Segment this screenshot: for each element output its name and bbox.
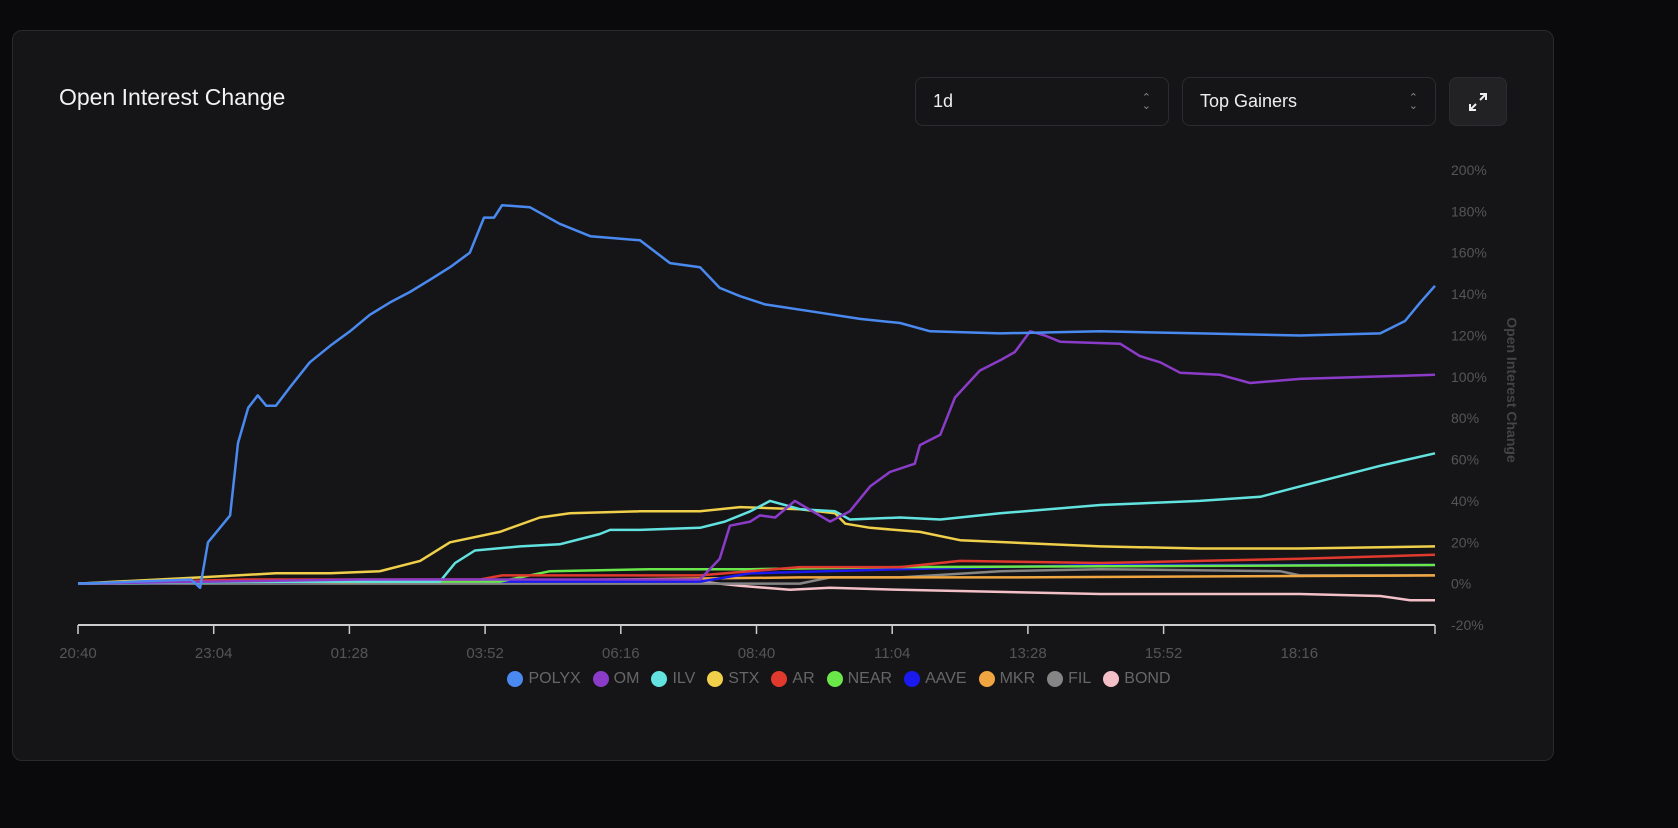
legend-label: AAVE bbox=[925, 670, 967, 687]
x-tick-label: 15:52 bbox=[1145, 645, 1183, 662]
legend-item-mkr[interactable]: MKR bbox=[978, 670, 1036, 688]
y-tick-label: -20% bbox=[1451, 617, 1484, 633]
y-tick-label: 20% bbox=[1451, 534, 1479, 550]
legend-item-aave[interactable]: AAVE bbox=[904, 670, 967, 688]
x-tick-label: 06:16 bbox=[602, 645, 640, 662]
legend-dot-icon bbox=[707, 671, 724, 687]
x-tick-label: 11:04 bbox=[874, 645, 910, 662]
legend-dot-icon bbox=[826, 671, 843, 687]
y-tick-label: 40% bbox=[1451, 493, 1479, 509]
series-line-polyx bbox=[77, 203, 1436, 590]
legend-dot-icon bbox=[507, 671, 524, 687]
y-tick-label: 200% bbox=[1451, 162, 1487, 178]
legend-label: BOND bbox=[1124, 670, 1171, 687]
y-axis-title: Open Interest Change bbox=[1504, 317, 1520, 463]
legend-label: POLYX bbox=[528, 670, 581, 687]
legend-item-ar[interactable]: AR bbox=[771, 670, 815, 688]
legend-item-bond[interactable]: BOND bbox=[1103, 670, 1171, 688]
series-line-om bbox=[77, 330, 1436, 585]
legend-item-stx[interactable]: STX bbox=[707, 670, 759, 688]
chart-legend: POLYX OM ILV STX AR NEAR AAVE MKR FIL BOND bbox=[0, 670, 1678, 688]
y-tick-label: 60% bbox=[1451, 452, 1479, 468]
legend-dot-icon bbox=[1047, 671, 1064, 687]
x-tick-label: 23:04 bbox=[195, 645, 233, 662]
legend-item-fil[interactable]: FIL bbox=[1047, 670, 1091, 688]
line-chart: 20:40 23:04 01:28 03:52 06:16 08:40 11:04 13:28… bbox=[59, 162, 1520, 662]
legend-label: AR bbox=[792, 670, 815, 687]
legend-label: NEAR bbox=[847, 670, 893, 687]
legend-dot-icon bbox=[1103, 671, 1120, 687]
y-tick-label: 140% bbox=[1451, 286, 1487, 302]
legend-dot-icon bbox=[978, 671, 995, 687]
x-tick-label: 01:28 bbox=[331, 645, 369, 662]
x-tick-label: 13:28 bbox=[1009, 645, 1047, 662]
legend-dot-icon bbox=[771, 671, 788, 687]
x-tick-label: 20:40 bbox=[59, 645, 97, 662]
legend-label: STX bbox=[728, 670, 760, 687]
legend-item-polyx[interactable]: POLYX bbox=[507, 670, 581, 688]
legend-item-near[interactable]: NEAR bbox=[826, 670, 893, 688]
x-tick-label: 18:16 bbox=[1281, 645, 1319, 662]
x-tick-label: 03:52 bbox=[466, 645, 504, 662]
legend-label: FIL bbox=[1068, 670, 1092, 687]
y-tick-label: 80% bbox=[1451, 410, 1479, 426]
legend-label: ILV bbox=[672, 670, 696, 687]
y-tick-label: 160% bbox=[1451, 245, 1487, 261]
legend-dot-icon bbox=[592, 671, 609, 687]
legend-item-ilv[interactable]: ILV bbox=[651, 670, 695, 688]
legend-label: OM bbox=[613, 670, 640, 687]
x-tick-label: 08:40 bbox=[738, 645, 776, 662]
legend-label: MKR bbox=[999, 670, 1036, 687]
y-tick-label: 0% bbox=[1451, 576, 1471, 592]
y-tick-label: 180% bbox=[1451, 203, 1487, 219]
y-tick-label: 100% bbox=[1451, 369, 1487, 385]
y-tick-label: 120% bbox=[1451, 327, 1487, 343]
legend-item-om[interactable]: OM bbox=[592, 670, 640, 688]
legend-dot-icon bbox=[651, 671, 668, 687]
legend-dot-icon bbox=[904, 671, 921, 687]
